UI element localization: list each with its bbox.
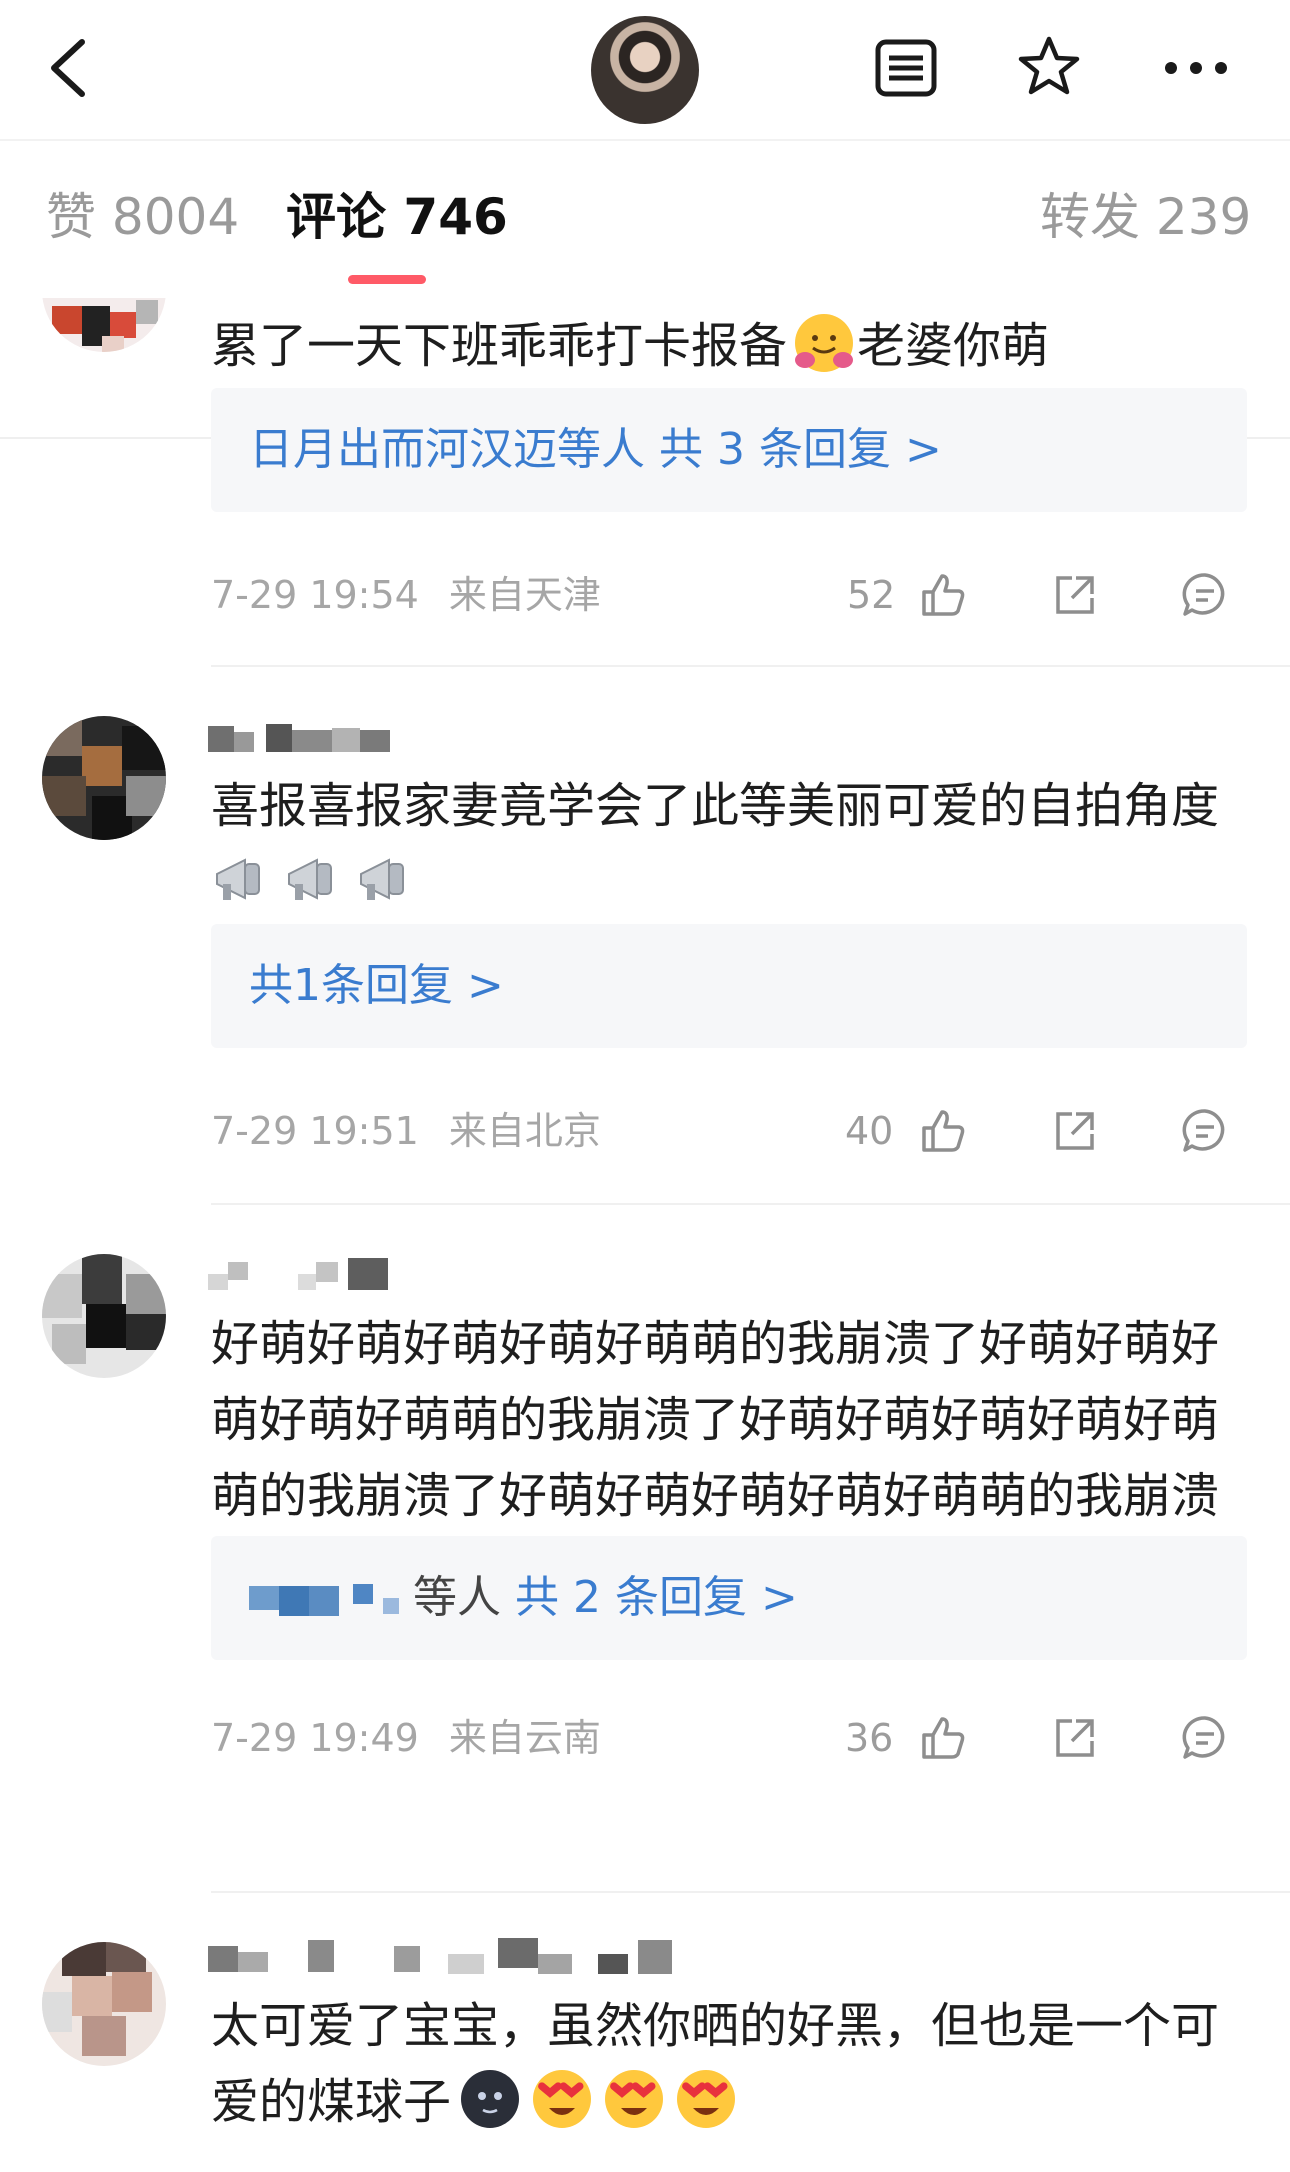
list-icon[interactable] xyxy=(874,38,938,98)
avatar[interactable] xyxy=(42,298,166,352)
comment-location: 来自北京 xyxy=(448,1109,601,1153)
divider xyxy=(211,1891,1290,1893)
comment-time: 7-29 19:51 xyxy=(211,1109,419,1153)
reply-users-blurred[interactable] xyxy=(249,1578,399,1618)
username-blurred[interactable] xyxy=(208,1932,688,1974)
divider xyxy=(211,1203,1290,1205)
tab-bar: 赞 8004 评论 746 转发 239 xyxy=(0,141,1290,439)
comment-text-part: 累了一天下班乖乖打卡报备 xyxy=(211,318,788,374)
author-avatar[interactable] xyxy=(591,16,699,124)
comment-item: 喜报喜报家妻竟学会了此等美丽可爱的自拍角度 共1条回复 > 7-29 19:51… xyxy=(0,668,1290,1206)
comment-item: 累了一天下班乖乖打卡报备 老婆你萌 日月出而河汉迈等人 共 3 条回复 > 7-… xyxy=(0,298,1290,668)
thumb-up-icon[interactable] xyxy=(918,1106,968,1156)
star-icon[interactable] xyxy=(1016,34,1082,100)
reply-preview[interactable]: 等人 共 2 条回复 > xyxy=(211,1536,1247,1660)
reply-users[interactable]: 日月出而河汉迈等人 xyxy=(249,424,645,475)
reply-summary: 共1条回复 > xyxy=(249,956,504,1016)
tab-comments[interactable]: 评论 746 xyxy=(286,187,508,247)
megaphone-icon xyxy=(355,850,413,908)
megaphone-icon xyxy=(283,850,341,908)
comment-meta: 7-29 19:49 来自云南 xyxy=(211,1714,601,1762)
comment-text-part: 喜报喜报家妻竟学会了此等美丽可爱的自拍角度 xyxy=(211,778,1220,834)
thumb-up-icon[interactable] xyxy=(918,570,968,620)
active-tab-indicator xyxy=(348,275,426,284)
share-icon[interactable] xyxy=(1050,1106,1100,1156)
comment-text: 喜报喜报家妻竟学会了此等美丽可爱的自拍角度 xyxy=(211,768,1251,920)
heart-eyes-icon xyxy=(677,2070,736,2128)
avatar[interactable] xyxy=(42,1942,166,2066)
username-blurred[interactable] xyxy=(208,1254,398,1290)
heart-eyes-icon xyxy=(533,2070,592,2128)
comment-meta: 7-29 19:54 来自天津 xyxy=(211,571,601,619)
hugging-face-icon xyxy=(795,314,854,372)
reply-summary: 等人 共 2 条回复 > xyxy=(249,1568,798,1628)
comment-location: 来自天津 xyxy=(448,573,601,617)
megaphone-icon xyxy=(211,850,269,908)
comment-item: 好萌好萌好萌好萌好萌萌的我崩溃了好萌好萌好萌好萌好萌萌的我崩溃了好萌好萌好萌好萌… xyxy=(0,1206,1290,1894)
comment-text-part: 老婆你萌 xyxy=(857,318,1050,374)
reply-preview[interactable]: 日月出而河汉迈等人 共 3 条回复 > xyxy=(211,388,1247,512)
avatar[interactable] xyxy=(42,1254,166,1378)
comment-item: 太可爱了宝宝，虽然你晒的好黑，但也是一个可爱的煤球子 xyxy=(0,1894,1290,2172)
reply-preview[interactable]: 共1条回复 > xyxy=(211,924,1247,1048)
chevron-left-icon[interactable] xyxy=(44,36,94,100)
reply-summary: 日月出而河汉迈等人 共 3 条回复 > xyxy=(249,420,942,480)
comment-icon[interactable] xyxy=(1180,1713,1230,1763)
more-icon[interactable] xyxy=(1162,50,1230,86)
comment-time: 7-29 19:49 xyxy=(211,1716,419,1760)
comment-time: 7-29 19:54 xyxy=(211,573,419,617)
view-replies-link[interactable]: 共1条回复 > xyxy=(249,960,504,1011)
like-count: 52 xyxy=(847,573,896,617)
avatar[interactable] xyxy=(42,716,166,840)
tab-reposts[interactable]: 转发 239 xyxy=(1040,187,1251,247)
share-icon[interactable] xyxy=(1050,570,1100,620)
thumb-up-icon[interactable] xyxy=(918,1713,968,1763)
comment-text: 累了一天下班乖乖打卡报备 老婆你萌 xyxy=(211,308,1251,384)
share-icon[interactable] xyxy=(1050,1713,1100,1763)
new-moon-face-icon xyxy=(461,2070,520,2128)
comment-icon[interactable] xyxy=(1180,1106,1230,1156)
like-count: 40 xyxy=(845,1109,894,1153)
comment-text: 太可爱了宝宝，虽然你晒的好黑，但也是一个可爱的煤球子 xyxy=(211,1988,1251,2140)
view-replies-link[interactable]: 共 2 条回复 > xyxy=(515,1572,798,1623)
tab-likes[interactable]: 赞 8004 xyxy=(46,187,239,247)
comment-icon[interactable] xyxy=(1180,570,1230,620)
heart-eyes-icon xyxy=(605,2070,664,2128)
comment-location: 来自云南 xyxy=(448,1716,601,1760)
comment-list: 累了一天下班乖乖打卡报备 老婆你萌 日月出而河汉迈等人 共 3 条回复 > 7-… xyxy=(0,298,1290,2172)
like-count: 36 xyxy=(845,1716,894,1760)
reply-users: 等人 xyxy=(413,1572,501,1623)
divider xyxy=(211,665,1290,667)
comment-meta: 7-29 19:51 来自北京 xyxy=(211,1107,601,1155)
username-blurred[interactable] xyxy=(208,720,398,756)
top-bar xyxy=(0,0,1290,141)
view-replies-link[interactable]: 共 3 条回复 > xyxy=(659,424,942,475)
